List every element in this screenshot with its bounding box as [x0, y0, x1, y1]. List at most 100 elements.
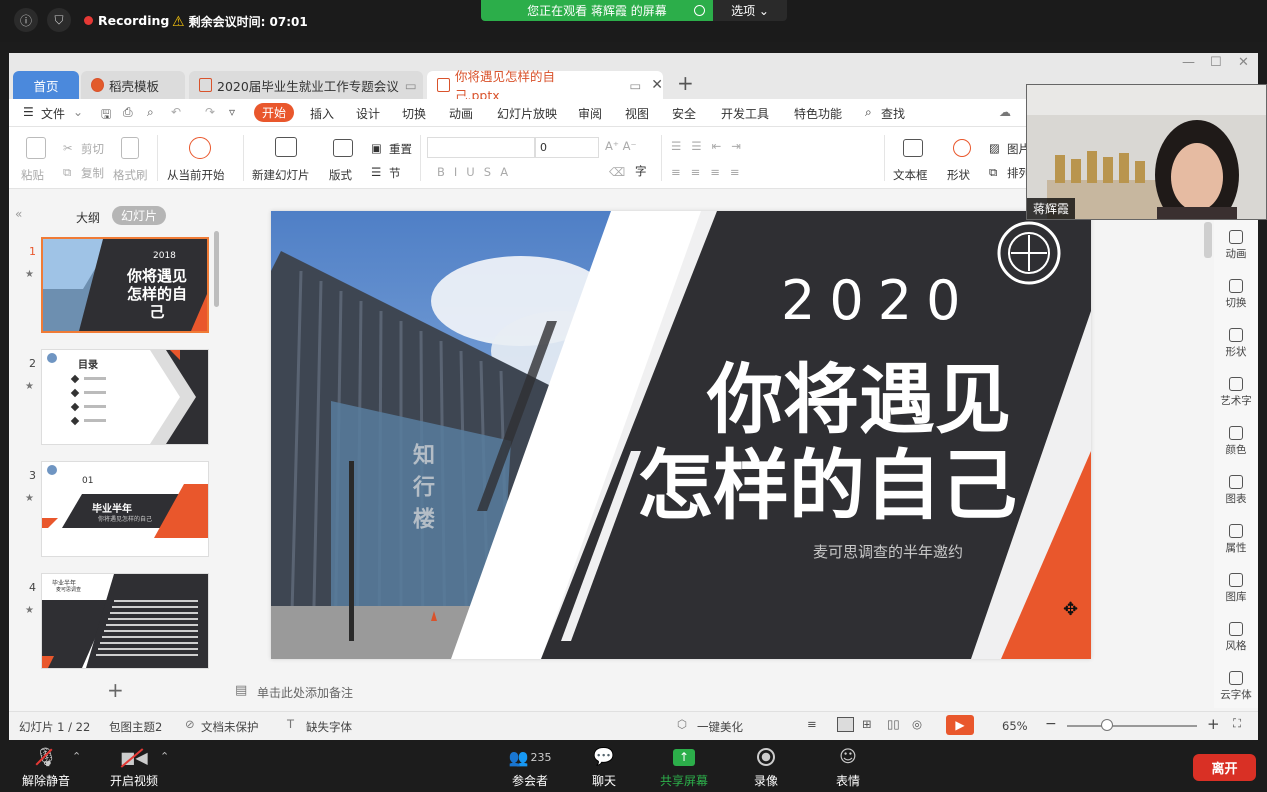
format-painter-icon[interactable] — [121, 137, 139, 159]
webcam-video[interactable]: 蒋辉霞 — [1026, 84, 1267, 220]
sidebar-color[interactable]: 颜色 — [1214, 426, 1258, 457]
quick-access-chevron-icon[interactable]: ▿ — [229, 105, 235, 119]
menu-security[interactable]: 安全 — [672, 105, 696, 122]
theme-name[interactable]: 包图主题2 — [109, 719, 162, 735]
font-grow-icon[interactable]: A⁺ A⁻ — [605, 139, 637, 153]
menu-search[interactable]: 查找 — [881, 105, 905, 122]
textbox-icon[interactable] — [903, 139, 923, 157]
menu-animation[interactable]: 动画 — [449, 105, 473, 122]
slide-title-line2[interactable]: 怎样的自己 — [637, 443, 1017, 529]
menu-icon[interactable]: ☰ — [23, 105, 34, 119]
tab-home[interactable]: 首页 — [13, 71, 79, 99]
menu-review[interactable]: 审阅 — [578, 105, 602, 122]
search-icon[interactable]: ⌕ — [865, 105, 872, 120]
video-options-chevron-icon[interactable]: ⌃ — [160, 750, 169, 763]
from-current-button[interactable]: 从当前开始 — [167, 167, 225, 183]
cloud-icon[interactable]: ☁ — [999, 105, 1011, 119]
slide-thumb-1[interactable]: 2018 你将遇见怎样的自己 — [41, 237, 209, 333]
chat-button[interactable]: 💬 聊天 — [582, 746, 626, 789]
slide-year[interactable]: 2020 — [781, 269, 974, 332]
reading-view-icon[interactable]: ▯▯ — [887, 717, 900, 731]
align-icons[interactable]: ≡≡≡≡ — [671, 165, 750, 179]
play-slideshow-button[interactable]: ▶ — [946, 715, 974, 735]
zoom-slider[interactable] — [1067, 725, 1197, 727]
unmute-button[interactable]: 🎙 解除静音 — [18, 746, 74, 789]
layout-button[interactable]: 版式 — [329, 167, 352, 183]
outline-tab[interactable]: 大纲 — [76, 209, 100, 226]
sidebar-gallery[interactable]: 图库 — [1214, 573, 1258, 604]
menu-view[interactable]: 视图 — [625, 105, 649, 122]
font-style-icons[interactable]: BIUSA — [437, 165, 517, 179]
phonetic-icon[interactable]: 字 — [635, 163, 647, 179]
cut-label[interactable]: 剪切 — [81, 141, 104, 157]
sidebar-transition[interactable]: 切换 — [1214, 279, 1258, 310]
format-painter-label[interactable]: 格式刷 — [113, 167, 148, 183]
copy-icon[interactable]: ⧉ — [63, 165, 71, 180]
presenter-icon[interactable]: ◎ — [912, 717, 922, 731]
notes-area[interactable]: ▤ 单击此处添加备注 — [227, 678, 1202, 706]
menu-start[interactable]: 开始 — [254, 103, 294, 122]
view-options-button[interactable]: 选项 ⌄ — [713, 0, 787, 21]
menu-slideshow[interactable]: 幻灯片放映 — [497, 105, 557, 122]
normal-view-icon[interactable] — [837, 717, 854, 732]
canvas-scrollbar[interactable] — [1204, 222, 1212, 258]
section-button[interactable]: 节 — [389, 165, 401, 181]
tab-current-ppt[interactable]: 你将遇见怎样的自己.pptx ▭ ✕ — [427, 69, 663, 103]
add-slide-icon[interactable]: + — [107, 678, 124, 702]
menu-features[interactable]: 特色功能 — [794, 105, 842, 122]
slide-sorter-icon[interactable]: ⊞ — [862, 717, 872, 731]
save-icon[interactable]: 🖫 — [101, 105, 111, 126]
participants-button[interactable]: 👥 235 参会者 — [498, 746, 562, 789]
collapse-panel-icon[interactable]: « — [15, 207, 22, 221]
tab-docer-templates[interactable]: 稻壳模板 — [81, 71, 185, 99]
recording-indicator[interactable]: Recording — [84, 13, 169, 28]
zoom-out-icon[interactable]: − — [1045, 716, 1057, 732]
fit-window-icon[interactable]: ⛶ — [1233, 716, 1241, 731]
menu-design[interactable]: 设计 — [356, 105, 380, 122]
shield-icon[interactable]: ⛉ — [47, 8, 71, 32]
protect-status[interactable]: 文档未保护 — [201, 719, 259, 735]
paste-label[interactable]: 粘贴 — [21, 167, 44, 183]
sidebar-shape[interactable]: 形状 — [1214, 328, 1258, 359]
info-icon[interactable]: ⓘ — [14, 8, 38, 32]
copy-label[interactable]: 复制 — [81, 165, 104, 181]
zoom-slider-thumb[interactable] — [1101, 719, 1113, 731]
record-button[interactable]: 录像 — [744, 746, 788, 789]
menu-file[interactable]: 文件 — [41, 105, 65, 122]
new-slide-icon[interactable] — [275, 137, 297, 157]
sidebar-animation[interactable]: 动画 — [1214, 230, 1258, 261]
clear-format-icon[interactable]: ⌫ — [609, 165, 625, 179]
sidebar-style[interactable]: 风格 — [1214, 622, 1258, 653]
share-screen-button[interactable]: ↑ 共享屏幕 — [654, 746, 714, 789]
undo-icon[interactable]: ↶ — [171, 105, 181, 119]
notes-toggle-icon[interactable]: ≡ — [807, 717, 817, 731]
slide-thumb-4[interactable]: 毕业半年 麦可思调查 — [41, 573, 209, 669]
slide-title-line1[interactable]: 你将遇见 — [707, 357, 1011, 443]
missing-font[interactable]: 缺失字体 — [306, 719, 352, 735]
print-icon[interactable]: ⎙ — [123, 105, 133, 120]
menu-developer[interactable]: 开发工具 — [721, 105, 769, 122]
reset-button[interactable]: 重置 — [389, 141, 412, 157]
close-tab-icon[interactable]: ✕ — [651, 77, 663, 93]
layout-icon[interactable] — [333, 139, 353, 157]
shape-icon[interactable] — [953, 139, 971, 157]
sidebar-chart[interactable]: 图表 — [1214, 475, 1258, 506]
minimize-icon[interactable]: — — [1182, 55, 1195, 70]
textbox-button[interactable]: 文本框 — [893, 167, 928, 183]
list-icons[interactable]: ☰☰⇤⇥ — [671, 139, 751, 153]
slide-thumb-3[interactable]: 01 毕业半年 你将遇见怎样的自己 — [41, 461, 209, 557]
menu-insert[interactable]: 插入 — [310, 105, 334, 122]
menu-transition[interactable]: 切换 — [402, 105, 426, 122]
font-name-select[interactable] — [427, 137, 535, 158]
slide-subtitle[interactable]: 麦可思调查的半年邀约 — [813, 541, 963, 562]
maximize-icon[interactable]: ☐ — [1210, 55, 1222, 70]
sidebar-wordart[interactable]: 艺术字 — [1214, 377, 1258, 408]
leave-button[interactable]: 离开 — [1193, 754, 1256, 781]
slide-canvas[interactable]: 知行楼 2020 你将遇见 怎样的自己 麦可思调查的半年邀约 ✥ — [271, 211, 1091, 659]
shape-button[interactable]: 形状 — [947, 167, 970, 183]
close-window-icon[interactable]: ✕ — [1238, 55, 1249, 70]
slide-thumb-2[interactable]: 目录 — [41, 349, 209, 445]
zoom-in-icon[interactable]: + — [1207, 715, 1220, 733]
tab-meeting-ppt[interactable]: 2020届毕业生就业工作专题会议 ▭ — [189, 71, 423, 99]
mute-options-chevron-icon[interactable]: ⌃ — [72, 750, 81, 763]
